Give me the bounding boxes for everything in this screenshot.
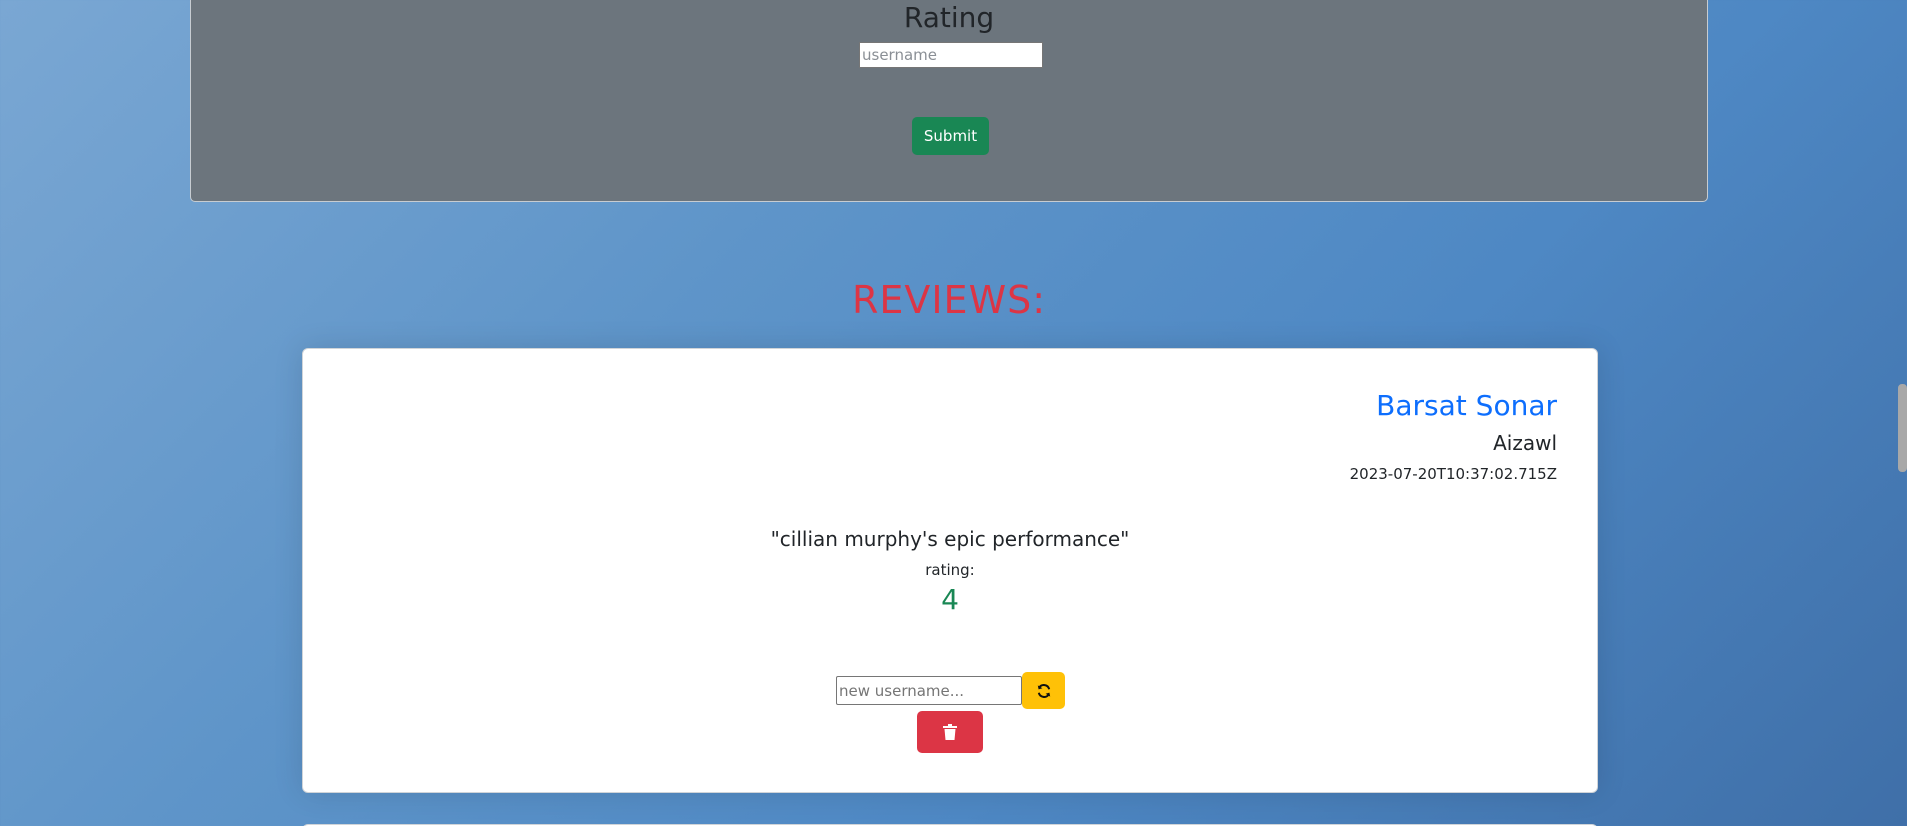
- sync-icon: [1037, 683, 1050, 698]
- delete-review-button[interactable]: [917, 711, 983, 753]
- rating-label: rating:: [925, 561, 975, 579]
- rating-value: 4: [941, 583, 959, 616]
- username-input[interactable]: [859, 42, 1043, 68]
- submit-button[interactable]: Submit: [912, 117, 989, 155]
- scrollbar-thumb[interactable]: [1898, 384, 1907, 472]
- page-scrollbar[interactable]: [1898, 0, 1907, 826]
- reviews-heading: REVIEWS:: [851, 278, 1047, 322]
- trash-icon: [943, 724, 957, 740]
- review-date: 2023-07-20T10:37:02.715Z: [1349, 465, 1557, 483]
- review-card: Barsat Sonar Aizawl 2023-07-20T10:37:02.…: [302, 348, 1598, 793]
- reviewer-city: Aizawl: [1493, 431, 1557, 455]
- new-username-input[interactable]: [836, 676, 1022, 705]
- rating-form-card: Rating Submit: [190, 0, 1708, 202]
- review-text: "cillian murphy's epic performance": [770, 527, 1130, 551]
- reviewer-name: Barsat Sonar: [1376, 389, 1557, 422]
- form-title: Rating: [903, 1, 995, 34]
- update-username-button[interactable]: [1022, 672, 1065, 709]
